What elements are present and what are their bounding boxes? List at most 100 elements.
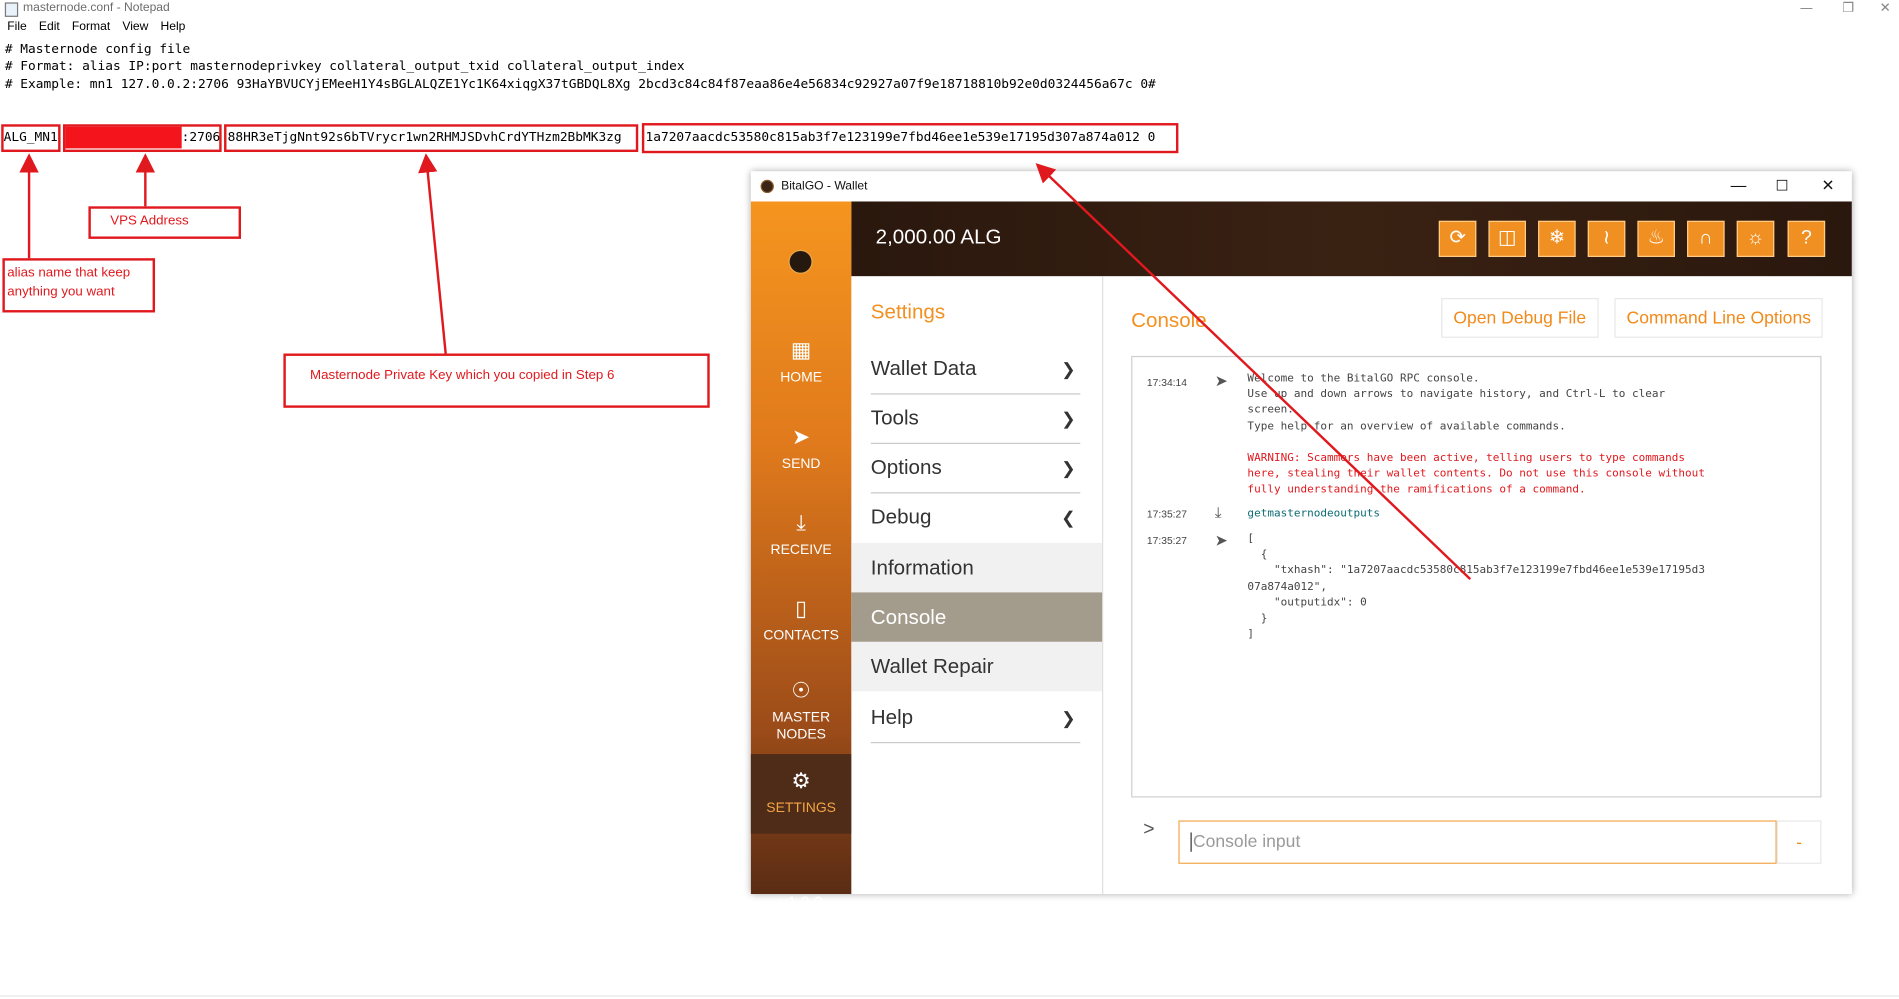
nav-contacts[interactable]: ▯ CONTACTS [751, 596, 852, 656]
nav-home-label: HOME [780, 370, 823, 385]
wallet-maximize-icon[interactable]: ☐ [1775, 177, 1788, 194]
privkey-arrow [418, 153, 447, 354]
console-panel: Console Open Debug File Command Line Opt… [1103, 276, 1852, 895]
nav-send-label: SEND [781, 457, 821, 472]
txid-highlight-box [641, 123, 1179, 154]
chevron-down-icon: ❯ [1061, 409, 1076, 429]
console-input-placeholder: Console input [1192, 832, 1301, 852]
notepad-menubar: File Edit Format View Help [0, 21, 190, 38]
chevron-down-icon: ❯ [1061, 708, 1076, 728]
contacts-book-icon: ▯ [795, 596, 808, 621]
wallet-title: BitalGO - Wallet [781, 179, 868, 194]
config-line-3[interactable]: # Example: mn1 127.0.0.2:2706 93HaYBVUCY… [5, 76, 1156, 93]
nav-receive[interactable]: ⤓ RECEIVE [751, 510, 852, 570]
snowflake-icon[interactable]: ❄ [1538, 220, 1576, 257]
wallet-version: v1.0.0 [779, 892, 823, 911]
console-welcome-text: Welcome to the BitalGO RPC console. Use … [1247, 372, 1666, 433]
console-prompt-chevron-icon: > [1143, 819, 1155, 840]
nav-home[interactable]: ▦ HOME [751, 338, 852, 398]
wifi-icon[interactable]: ≀ [1587, 220, 1626, 257]
close-icon[interactable]: ✕ [1880, 0, 1891, 16]
nav-settings[interactable]: ⚙ SETTINGS [750, 754, 852, 834]
console-warning-text: WARNING: Scammers have been active, tell… [1247, 452, 1705, 497]
wallet-header: 2,000.00 ALG ⟳ ◫ ❄ ≀ ♨ ∩ ☼ ? [851, 201, 1852, 277]
menu-information[interactable]: Information [851, 542, 1103, 593]
console-title: Console [1131, 308, 1207, 332]
menu-file[interactable]: File [7, 21, 27, 38]
minimize-icon[interactable]: — [1800, 0, 1813, 16]
notepad-titlebar: masternode.conf - Notepad — ❐ ✕ [0, 0, 1899, 20]
menu-tools-label: Tools [870, 406, 919, 430]
nav-settings-label: SETTINGS [766, 801, 836, 816]
maximize-icon[interactable]: ❐ [1842, 0, 1854, 16]
settings-menu: Settings Wallet Data ❯ Tools ❯ Options ❯… [851, 276, 1104, 895]
sun-icon[interactable]: ☼ [1736, 220, 1775, 257]
masternode-icon: ☉ [791, 678, 811, 703]
help-icon[interactable]: ? [1787, 220, 1826, 257]
nav-contacts-label: CONTACTS [763, 628, 839, 644]
wallet-minimize-icon[interactable]: — [1731, 176, 1747, 194]
ip-highlight-box [62, 124, 222, 153]
send-icon: ➤ [792, 424, 811, 449]
chevron-down-icon: ❯ [1061, 359, 1076, 379]
divider [0, 995, 1899, 997]
send-icon: ➤ [1214, 530, 1228, 549]
wallet-close-icon[interactable]: ✕ [1821, 176, 1834, 195]
config-line-1[interactable]: # Masternode config file [5, 41, 190, 58]
console-command-text: getmasternodeoutputs [1247, 507, 1381, 521]
console-input[interactable]: Console input [1178, 820, 1777, 864]
privkey-highlight-box [224, 124, 639, 153]
notepad-icon [4, 2, 19, 17]
nav-masternodes-label-1: MASTER [772, 710, 831, 726]
console-timestamp: 17:35:27 [1146, 534, 1187, 547]
command-line-options-button[interactable]: Command Line Options [1614, 298, 1824, 338]
screenshot: masternode.conf - Notepad — ❐ ✕ File Edi… [0, 0, 1899, 999]
send-icon: ➤ [1214, 371, 1228, 390]
menu-wallet-repair[interactable]: Wallet Repair [851, 641, 1103, 692]
menu-view[interactable]: View [122, 21, 148, 38]
nav-send[interactable]: ➤ SEND [751, 425, 852, 485]
alias-note-line-1: alias name that keep [7, 265, 131, 280]
wallet-titlebar: BitalGO - Wallet — ☐ ✕ [750, 171, 1852, 202]
refresh-icon[interactable]: ⟳ [1438, 220, 1477, 257]
menu-console[interactable]: Console [851, 592, 1103, 642]
vps-address-label: VPS Address [110, 213, 189, 229]
wallet-app-icon [760, 179, 774, 194]
open-debug-file-button[interactable]: Open Debug File [1441, 298, 1599, 338]
menu-format[interactable]: Format [72, 21, 110, 38]
menu-help[interactable]: Help [161, 21, 186, 38]
wallet-balance: 2,000.00 ALG [875, 225, 1002, 249]
alias-highlight-box [1, 124, 61, 153]
privkey-note: Masternode Private Key which you copied … [310, 367, 615, 383]
home-icon: ▦ [790, 337, 812, 362]
menu-options[interactable]: Options ❯ [870, 444, 1081, 494]
menu-wallet-data[interactable]: Wallet Data ❯ [870, 345, 1081, 395]
download-icon: ⤓ [1214, 503, 1222, 522]
unlock-icon[interactable]: ∩ [1687, 220, 1725, 257]
config-line-2[interactable]: # Format: alias IP:port masternodeprivke… [5, 58, 685, 75]
gear-icon: ⚙ [791, 768, 811, 793]
console-log[interactable]: 17:34:14 ➤ Welcome to the BitalGO RPC co… [1131, 355, 1822, 798]
nav-masternodes-label-2: NODES [776, 727, 826, 742]
chevron-up-icon: ❮ [1061, 507, 1076, 528]
menu-debug[interactable]: Debug ❮ [871, 493, 1081, 542]
menu-help-label: Help [870, 705, 914, 729]
settings-title: Settings [870, 300, 946, 324]
nav-masternodes[interactable]: ☉ MASTER NODES [751, 678, 852, 755]
notepad-title: masternode.conf - Notepad [23, 1, 170, 15]
menu-debug-label: Debug [870, 505, 932, 529]
menu-tools[interactable]: Tools ❯ [870, 395, 1081, 444]
console-clear-button[interactable]: - [1776, 820, 1822, 864]
bitalgo-logo [788, 249, 813, 274]
gift-icon[interactable]: ◫ [1488, 220, 1526, 257]
wallet-sidebar: ▦ HOME ➤ SEND ⤓ RECEIVE ▯ CONTACTS ☉ MAS… [750, 201, 852, 911]
fire-icon[interactable]: ♨ [1637, 220, 1675, 257]
wallet-window: BitalGO - Wallet — ☐ ✕ ▦ HOME ➤ SEND ⤓ R… [750, 171, 1852, 911]
menu-help[interactable]: Help ❯ [870, 694, 1081, 744]
menu-edit[interactable]: Edit [39, 21, 60, 38]
download-icon: ⤓ [796, 510, 806, 535]
alias-note-line-2: anything you want [7, 284, 115, 300]
console-timestamp: 17:35:27 [1146, 507, 1187, 521]
menu-options-label: Options [870, 456, 942, 479]
menu-wallet-data-label: Wallet Data [870, 357, 977, 381]
